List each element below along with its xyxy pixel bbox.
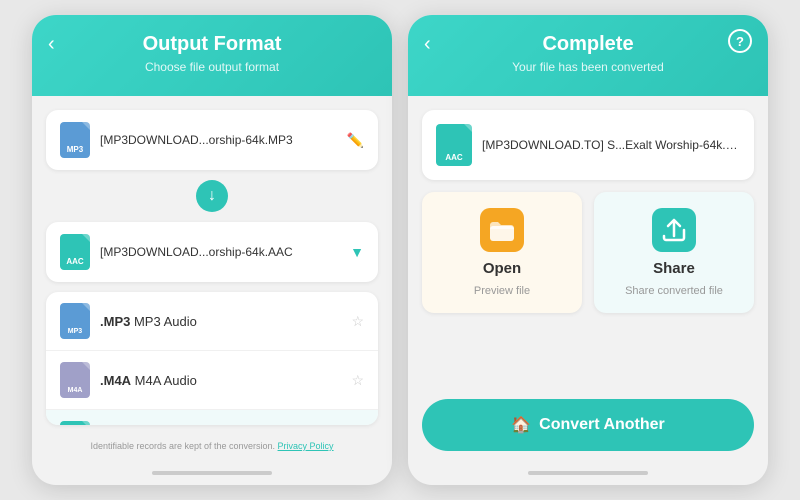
mp3-file-icon: MP3 xyxy=(60,122,90,158)
bottom-bar-screen2 xyxy=(408,471,768,485)
share-icon xyxy=(652,208,696,252)
aac-icon: AAC xyxy=(60,421,90,425)
home-icon: 🏠 xyxy=(511,415,531,435)
output-format-screen: ‹ Output Format Choose file output forma… xyxy=(32,15,392,485)
format-list: MP3 .MP3 MP3 Audio ☆ M4A .M4A M4A Audio … xyxy=(46,292,378,425)
back-button-screen1[interactable]: ‹ xyxy=(48,33,55,56)
m4a-icon: M4A xyxy=(60,362,90,398)
output-file-name: [MP3DOWNLOAD...orship-64k.AAC xyxy=(100,245,340,259)
m4a-star-icon[interactable]: ☆ xyxy=(351,372,364,389)
input-file-name: [MP3DOWNLOAD...orship-64k.MP3 xyxy=(100,133,337,147)
help-button[interactable]: ? xyxy=(728,29,752,53)
bottom-bar-screen1 xyxy=(32,471,392,485)
complete-aac-icon: AAC xyxy=(436,124,472,166)
format-item-m4a[interactable]: M4A .M4A M4A Audio ☆ xyxy=(46,351,378,410)
m4a-label: .M4A M4A Audio xyxy=(100,373,341,388)
bottom-indicator-2 xyxy=(528,471,648,475)
open-icon xyxy=(480,208,524,252)
open-subtitle: Preview file xyxy=(474,285,530,297)
share-label: Share xyxy=(653,260,695,277)
mp3-label: .MP3 MP3 Audio xyxy=(100,314,341,329)
back-button-screen2[interactable]: ‹ xyxy=(424,33,431,56)
convert-another-label: Convert Another xyxy=(539,416,665,434)
input-file-card: MP3 [MP3DOWNLOAD...orship-64k.MP3 ✏️ xyxy=(46,110,378,170)
privacy-policy-link[interactable]: Privacy Policy xyxy=(278,441,334,451)
convert-down-icon: ↓ xyxy=(196,180,228,212)
output-file-card[interactable]: AAC [MP3DOWNLOAD...orship-64k.AAC ▼ xyxy=(46,222,378,282)
mp3-icon: MP3 xyxy=(60,303,90,339)
output-format-header: ‹ Output Format Choose file output forma… xyxy=(32,15,392,96)
share-button[interactable]: Share Share converted file xyxy=(594,192,754,313)
complete-screen: ‹ ? Complete Your file has been converte… xyxy=(408,15,768,485)
complete-file-card: AAC [MP3DOWNLOAD.TO] S...Exalt Worship-6… xyxy=(422,110,754,180)
complete-header: ‹ ? Complete Your file has been converte… xyxy=(408,15,768,96)
footer-note: Identifiable records are kept of the con… xyxy=(46,435,378,457)
share-subtitle: Share converted file xyxy=(625,285,723,297)
output-format-title: Output Format xyxy=(52,33,372,56)
screen2-content: AAC [MP3DOWNLOAD.TO] S...Exalt Worship-6… xyxy=(408,96,768,471)
action-buttons: Open Preview file Share Share converted … xyxy=(422,192,754,313)
dropdown-icon[interactable]: ▼ xyxy=(350,244,364,260)
mp3-star-icon[interactable]: ☆ xyxy=(351,313,364,330)
screen1-content: MP3 [MP3DOWNLOAD...orship-64k.MP3 ✏️ ↓ A… xyxy=(32,96,392,471)
open-button[interactable]: Open Preview file xyxy=(422,192,582,313)
complete-title: Complete xyxy=(428,33,748,56)
edit-icon[interactable]: ✏️ xyxy=(347,132,364,149)
aac-file-icon: AAC xyxy=(60,234,90,270)
format-item-mp3[interactable]: MP3 .MP3 MP3 Audio ☆ xyxy=(46,292,378,351)
open-label: Open xyxy=(483,260,521,277)
bottom-indicator xyxy=(152,471,272,475)
complete-subtitle: Your file has been converted xyxy=(428,60,748,74)
complete-file-name: [MP3DOWNLOAD.TO] S...Exalt Worship-64k.a… xyxy=(482,138,740,152)
output-format-subtitle: Choose file output format xyxy=(52,60,372,74)
convert-arrow-container: ↓ xyxy=(46,180,378,212)
screens-container: ‹ Output Format Choose file output forma… xyxy=(10,10,790,490)
convert-another-button[interactable]: 🏠 Convert Another xyxy=(422,399,754,451)
format-item-aac[interactable]: AAC .AAC AAC Audio ✓ xyxy=(46,410,378,425)
